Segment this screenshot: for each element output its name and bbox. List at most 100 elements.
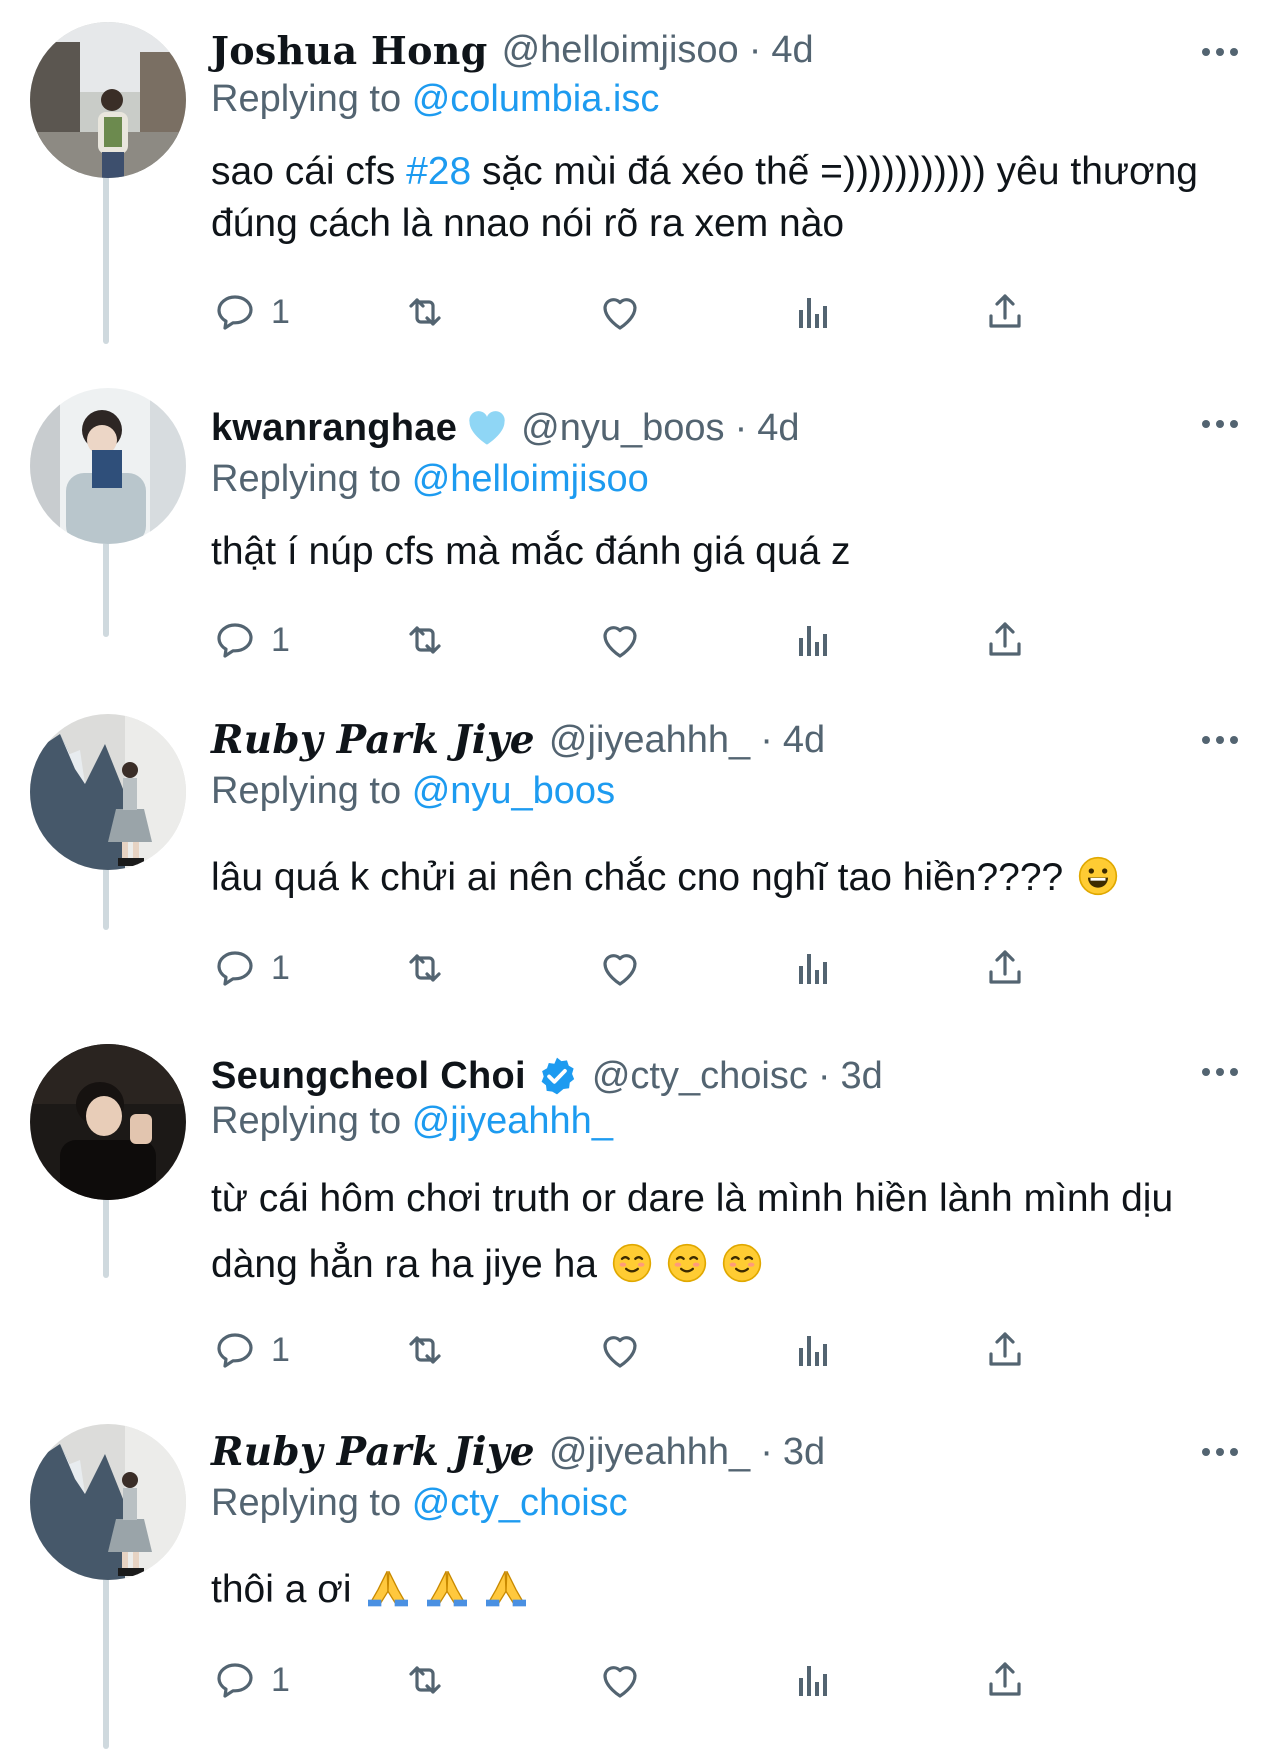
share-icon [989,294,1021,328]
retweet-button[interactable] [401,1320,449,1380]
reply-button[interactable]: 1 [211,610,290,670]
retweet-button[interactable] [401,938,449,998]
like-button[interactable] [596,1320,644,1380]
display-name[interactable]: Seungcheol Choi [211,1055,526,1098]
reply-button[interactable]: 1 [211,1650,290,1710]
retweet-icon [409,954,441,982]
timestamp[interactable]: 4d [771,29,813,72]
separator-dot: · [760,718,773,761]
more-options-icon[interactable] [1196,1048,1244,1096]
separator-dot: · [748,28,762,71]
folded-hands-icon [366,1568,410,1622]
retweet-button[interactable] [401,282,449,342]
smiling-face-icon [667,1238,707,1304]
analytics-button[interactable] [789,1320,837,1380]
share-icon [989,1332,1021,1366]
reply-count: 1 [271,948,290,987]
reply-mention-link[interactable]: @helloimjisoo [412,458,649,500]
action-bar: 1 [211,282,1131,342]
verified-badge-icon [536,1055,578,1097]
analytics-button[interactable] [789,1650,837,1710]
user-handle[interactable]: @cty_choisc [592,1055,808,1098]
display-name[interactable]: Joshua Hong [211,28,488,73]
timestamp[interactable]: 3d [783,1431,825,1474]
tweet-text-part: lâu quá k chửi ai nên chắc cno nghĩ tao … [211,856,1064,899]
display-name[interactable]: Ruby Park Jiye [211,717,535,763]
tweet-text: sao cái cfs #28 sặc mùi đá xéo thế =))))… [211,146,1251,250]
avatar[interactable] [30,388,186,544]
retweet-icon [409,1336,441,1364]
avatar[interactable] [30,22,186,178]
heart-icon [603,954,637,986]
tweet-text-part: thôi a ơi [211,1568,352,1611]
replying-to: Replying to @jiyeahhh_ [211,1100,613,1143]
reply-button[interactable]: 1 [211,282,290,342]
reply-mention-link[interactable]: @columbia.isc [412,78,660,120]
retweet-button[interactable] [401,1650,449,1710]
separator-dot: · [734,406,748,449]
replying-to: Replying to @cty_choisc [211,1482,628,1525]
reply-count: 1 [271,292,290,331]
retweet-icon [409,626,441,654]
reply-button[interactable]: 1 [211,938,290,998]
analytics-button[interactable] [789,610,837,670]
separator-dot: · [760,1430,773,1473]
heart-icon [603,626,637,658]
reply-button[interactable]: 1 [211,1320,290,1380]
action-bar: 1 [211,938,1131,998]
more-options-icon[interactable] [1196,1428,1244,1476]
reply-mention-link[interactable]: @jiyeahhh_ [412,1100,613,1142]
like-button[interactable] [596,610,644,670]
more-options-icon[interactable] [1196,28,1244,76]
tweet-text: từ cái hôm chơi truth or dare là mình hi… [211,1166,1251,1304]
reply-icon [217,295,253,330]
user-handle[interactable]: @jiyeahhh_ [549,1431,750,1474]
replying-label: Replying to [211,770,402,812]
reply-mention-link[interactable]: @cty_choisc [412,1482,628,1524]
retweet-icon [409,298,441,326]
more-options-icon[interactable] [1196,716,1244,764]
retweet-icon [409,1666,441,1694]
action-bar: 1 [211,1320,1131,1380]
share-button[interactable] [981,1320,1029,1380]
display-name[interactable]: Ruby Park Jiye [211,1429,535,1475]
heart-icon [603,298,637,330]
display-name[interactable]: kwanranghae [211,407,457,450]
replying-to: Replying to @nyu_boos [211,770,615,813]
reply-icon [217,623,253,658]
like-button[interactable] [596,938,644,998]
tweet-text: lâu quá k chửi ai nên chắc cno nghĩ tao … [211,852,1251,910]
avatar[interactable] [30,1044,186,1200]
heart-icon [603,1336,637,1368]
avatar[interactable] [30,714,186,870]
avatar[interactable] [30,1424,186,1580]
folded-hands-icon [425,1568,469,1622]
replying-to: Replying to @columbia.isc [211,78,659,121]
analytics-button[interactable] [789,282,837,342]
analytics-button[interactable] [789,938,837,998]
share-button[interactable] [981,938,1029,998]
user-handle[interactable]: @jiyeahhh_ [549,719,750,762]
share-button[interactable] [981,610,1029,670]
user-handle[interactable]: @nyu_boos [521,407,724,450]
timestamp[interactable]: 4d [757,407,799,450]
analytics-icon [799,954,827,984]
replying-label: Replying to [211,1482,402,1524]
timestamp[interactable]: 4d [783,719,825,762]
reply-count: 1 [271,1660,290,1699]
thread-line [103,172,109,344]
share-button[interactable] [981,1650,1029,1710]
heart-icon [603,1666,637,1698]
reply-mention-link[interactable]: @nyu_boos [412,770,615,812]
analytics-icon [799,626,827,656]
share-button[interactable] [981,282,1029,342]
replying-label: Replying to [211,1100,402,1142]
retweet-button[interactable] [401,610,449,670]
like-button[interactable] [596,1650,644,1710]
more-options-icon[interactable] [1196,400,1244,448]
hashtag-link[interactable]: #28 [406,150,471,193]
like-button[interactable] [596,282,644,342]
timestamp[interactable]: 3d [841,1055,883,1098]
user-handle[interactable]: @helloimjisoo [502,29,739,72]
analytics-icon [799,1336,827,1366]
